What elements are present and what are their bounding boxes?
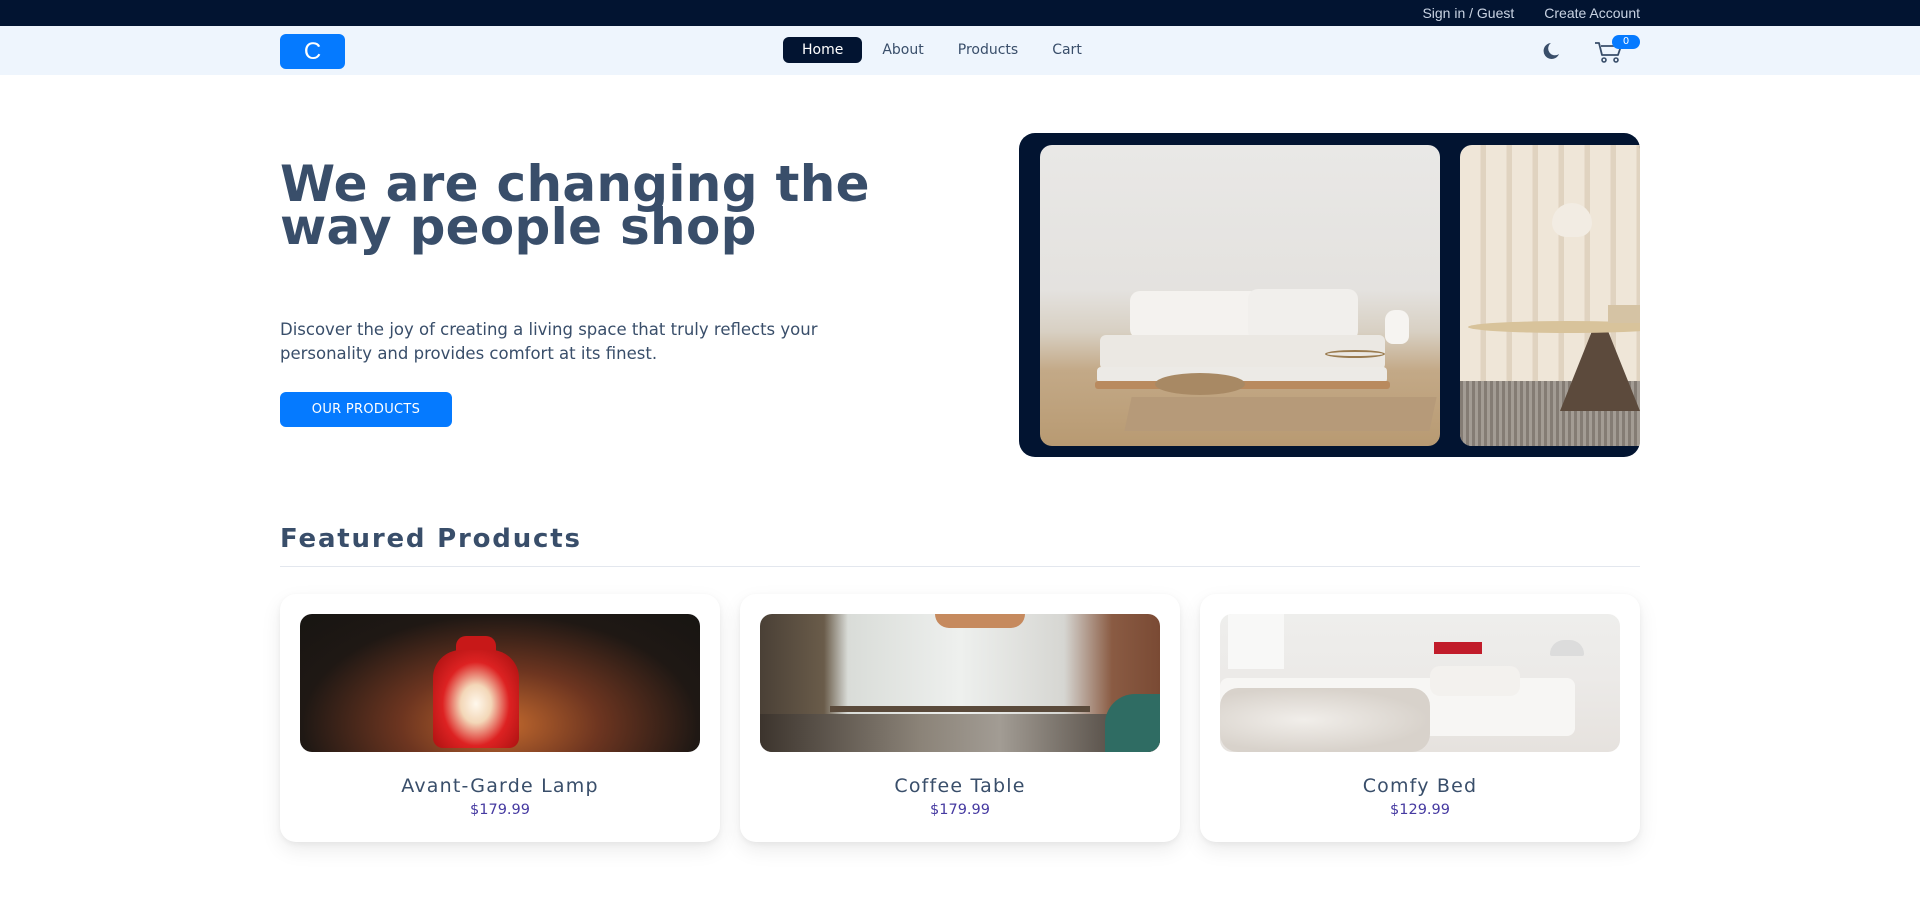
hero-title: We are changing the way people shop bbox=[280, 155, 870, 256]
cafe-table bbox=[830, 706, 1090, 712]
product-name: Comfy Bed bbox=[1362, 775, 1478, 797]
table-pedestal bbox=[1560, 331, 1640, 411]
wall-lamp bbox=[1550, 640, 1584, 656]
nav-link-products[interactable]: Products bbox=[944, 37, 1032, 63]
product-image-lamp[interactable] bbox=[300, 614, 700, 752]
carousel-slide-sofa bbox=[1040, 145, 1440, 446]
carousel-slide-table bbox=[1460, 145, 1640, 446]
top-bar: Sign in / Guest Create Account bbox=[0, 0, 1920, 26]
product-name: Coffee Table bbox=[894, 775, 1026, 797]
basket bbox=[1155, 373, 1245, 395]
product-name: Avant-Garde Lamp bbox=[401, 775, 599, 797]
rug-image-part bbox=[1124, 397, 1437, 431]
red-box bbox=[1434, 642, 1482, 654]
nav-link-cart[interactable]: Cart bbox=[1038, 37, 1096, 63]
featured-products-title: Featured Products bbox=[280, 524, 582, 554]
hero-description: Discover the joy of creating a living sp… bbox=[280, 320, 818, 363]
lantern-body bbox=[433, 650, 519, 748]
navbar: C Home About Products Cart 0 bbox=[0, 26, 1920, 75]
product-card[interactable]: Avant-Garde Lamp $179.99 bbox=[280, 594, 720, 842]
cart-count-badge: 0 bbox=[1612, 35, 1640, 49]
product-card[interactable]: Comfy Bed $129.99 bbox=[1200, 594, 1640, 842]
product-price: $179.99 bbox=[930, 802, 990, 818]
floor bbox=[760, 714, 1160, 752]
product-price: $179.99 bbox=[470, 802, 530, 818]
create-account-link[interactable]: Create Account bbox=[1544, 5, 1640, 21]
green-chair bbox=[1105, 694, 1160, 752]
pendant-lamp bbox=[1552, 203, 1592, 237]
blanket bbox=[1220, 688, 1430, 752]
sofa-cushion bbox=[1130, 291, 1260, 339]
nav-link-home[interactable]: Home bbox=[783, 37, 863, 63]
product-price: $129.99 bbox=[1390, 802, 1450, 818]
main-menu: Home About Products Cart bbox=[783, 37, 1096, 63]
side-table bbox=[1325, 350, 1385, 358]
logo-button[interactable]: C bbox=[280, 34, 345, 69]
books bbox=[1608, 305, 1640, 323]
signin-link[interactable]: Sign in / Guest bbox=[1422, 5, 1514, 21]
ceiling-lamp bbox=[935, 614, 1025, 628]
pillow bbox=[1430, 666, 1520, 696]
nav-link-about[interactable]: About bbox=[868, 37, 937, 63]
sofa-cushion bbox=[1248, 289, 1358, 341]
top-bar-links: Sign in / Guest Create Account bbox=[1422, 0, 1640, 26]
product-image-bed[interactable] bbox=[1220, 614, 1620, 752]
section-divider bbox=[280, 566, 1640, 567]
moon-icon[interactable] bbox=[1538, 42, 1560, 60]
our-products-button[interactable]: OUR PRODUCTS bbox=[280, 392, 452, 427]
curtain bbox=[1228, 614, 1284, 669]
vase bbox=[1385, 310, 1409, 344]
product-card[interactable]: Coffee Table $179.99 bbox=[740, 594, 1180, 842]
hero-carousel[interactable] bbox=[1019, 133, 1640, 457]
product-image-coffee-table[interactable] bbox=[760, 614, 1160, 752]
